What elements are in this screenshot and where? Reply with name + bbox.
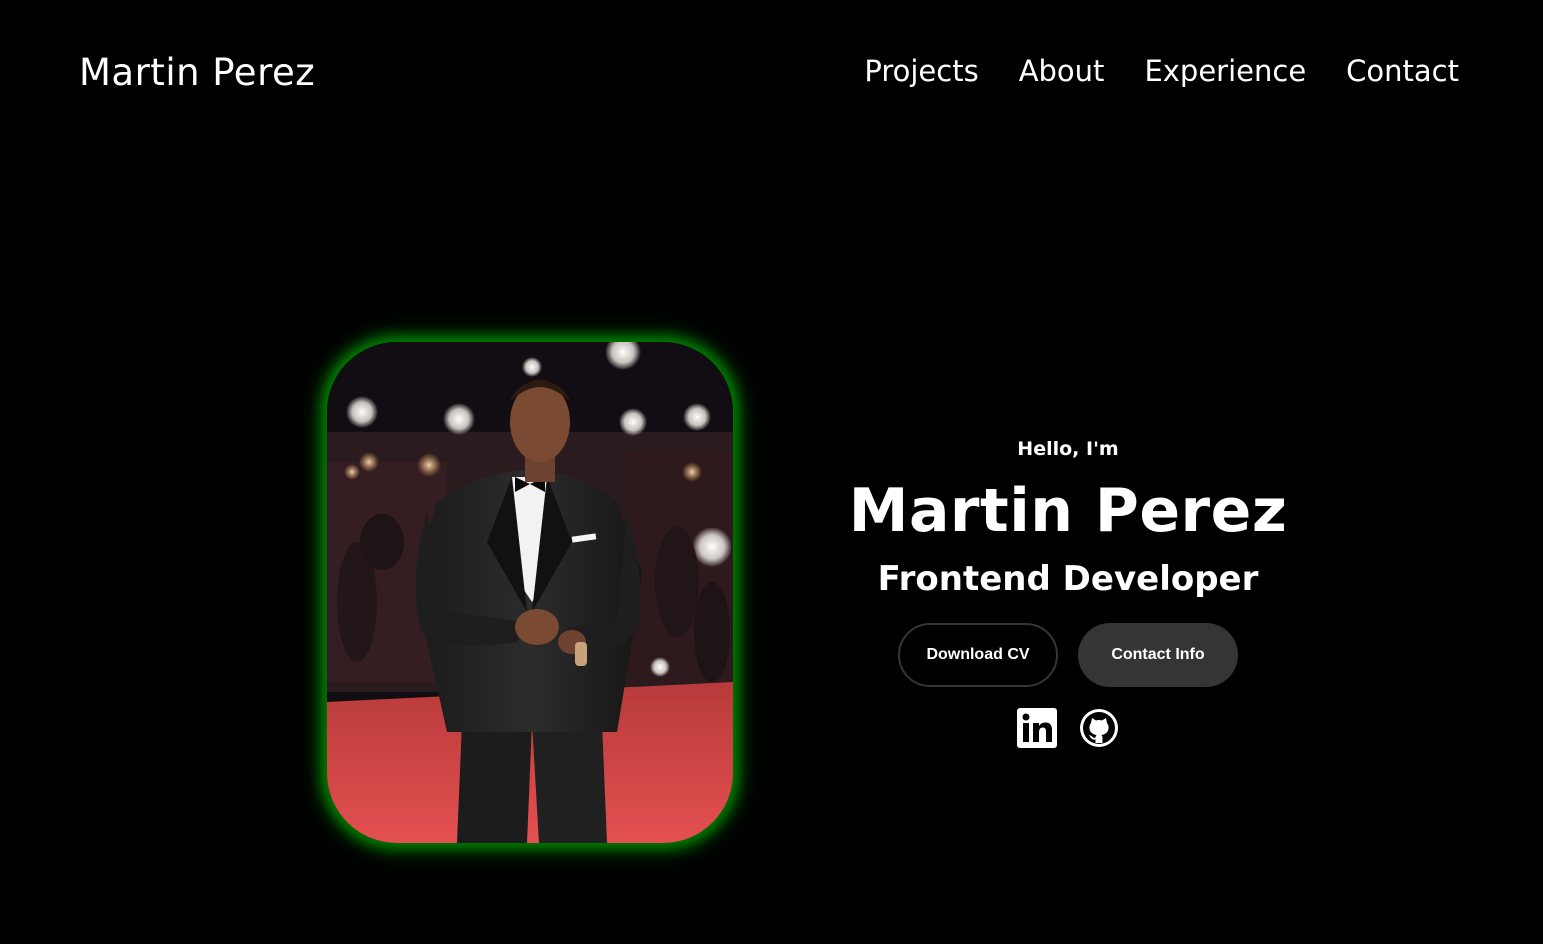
social-links — [820, 707, 1316, 749]
contact-info-button[interactable]: Contact Info — [1078, 623, 1238, 687]
hero-buttons: Download CV Contact Info — [820, 623, 1316, 687]
intro-panel: Hello, I'm Martin Perez Frontend Develop… — [820, 435, 1316, 749]
hero-role: Frontend Developer — [877, 559, 1259, 599]
main-nav: Projects About Experience Contact — [864, 50, 1459, 92]
profile-photo — [327, 342, 733, 843]
linkedin-icon — [1017, 708, 1057, 748]
profile-photo-illustration — [327, 342, 733, 843]
site-logo[interactable]: Martin Perez — [79, 48, 315, 98]
hero-name: Martin Perez — [848, 476, 1288, 546]
nav-link-projects[interactable]: Projects — [864, 50, 978, 92]
github-link[interactable] — [1078, 707, 1120, 749]
nav-link-about[interactable]: About — [1019, 50, 1105, 92]
site-header: Martin Perez Projects About Experience C… — [0, 0, 1543, 145]
github-icon — [1080, 709, 1118, 747]
download-cv-button[interactable]: Download CV — [898, 623, 1058, 687]
greeting-text: Hello, I'm — [1017, 438, 1119, 460]
nav-link-contact[interactable]: Contact — [1346, 50, 1459, 92]
nav-link-experience[interactable]: Experience — [1144, 50, 1306, 92]
linkedin-link[interactable] — [1016, 707, 1058, 749]
hero-section: Hello, I'm Martin Perez Frontend Develop… — [0, 145, 1543, 944]
